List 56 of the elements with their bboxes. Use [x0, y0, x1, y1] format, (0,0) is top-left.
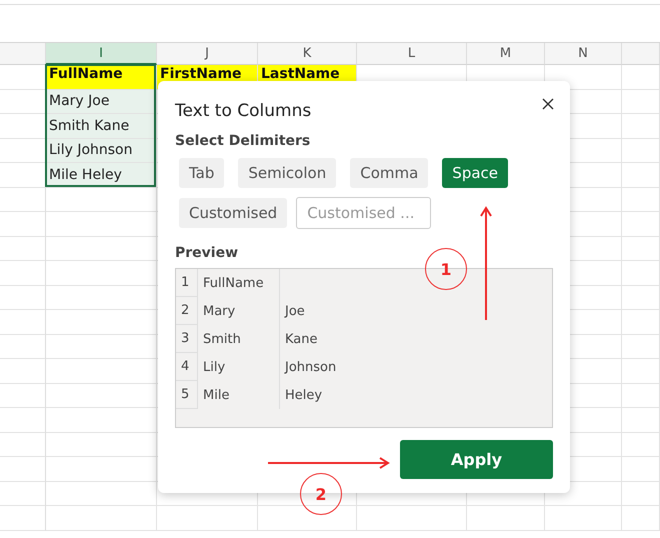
empty-cell	[622, 506, 660, 530]
table-cell: Smith Kane	[46, 114, 157, 138]
empty-cell	[622, 384, 660, 408]
apply-button[interactable]: Apply	[400, 440, 553, 479]
empty-cell	[622, 359, 660, 384]
table-cell: Lily Johnson	[46, 138, 157, 163]
column-header[interactable]: K	[258, 43, 357, 65]
empty-cell	[622, 482, 660, 506]
delimiter-button[interactable]: Space	[442, 158, 508, 188]
empty-cell	[622, 286, 660, 310]
empty-cell	[622, 212, 660, 236]
table-cell-text: Johnson	[283, 358, 338, 376]
table-cell-text: Joe	[283, 302, 306, 320]
table-cell: Smith	[198, 325, 280, 353]
empty-cell	[622, 334, 660, 359]
delimiter-button[interactable]: Semicolon	[238, 158, 336, 188]
column-header[interactable]	[622, 43, 660, 65]
table-cell: FullName	[46, 65, 157, 90]
column-header[interactable]: M	[467, 43, 545, 65]
empty-cell	[622, 261, 660, 286]
delimiter-button[interactable]: Tab	[179, 158, 224, 188]
table-cell: Mile	[198, 381, 280, 409]
column-header[interactable]: L	[357, 43, 467, 65]
empty-cell	[622, 188, 660, 212]
table-cell: Mary	[198, 297, 280, 325]
table-cell: FullName	[198, 269, 280, 297]
delimiter-button[interactable]: Comma	[350, 158, 428, 188]
empty-cell	[622, 432, 660, 457]
table-cell-text: Heley	[284, 386, 324, 404]
table-cell: Mary Joe	[46, 90, 157, 114]
column-header[interactable]: I	[46, 43, 157, 65]
empty-cell	[622, 138, 660, 163]
empty-cell	[622, 236, 660, 261]
column-header[interactable]: J	[157, 43, 258, 65]
row-number: 3	[176, 325, 198, 353]
section-label: Preview	[175, 245, 240, 261]
empty-cell	[622, 408, 660, 432]
row-number: 2	[176, 297, 198, 325]
row-number: 4	[176, 353, 198, 381]
empty-cell	[622, 457, 660, 482]
empty-cell	[622, 90, 660, 114]
callout-number: 1	[425, 248, 467, 290]
section-label: Select Delimiters	[175, 133, 312, 149]
empty-cell	[622, 310, 660, 334]
dialog-title: Text to Columns	[175, 101, 312, 121]
empty-cell	[622, 114, 660, 138]
empty-cell	[622, 163, 660, 188]
column-header[interactable]: N	[545, 43, 622, 65]
table-cell: Lily	[198, 353, 280, 381]
row-number: 5	[176, 381, 198, 409]
table-cell-text: Kane	[284, 330, 318, 348]
row-number: 1	[176, 269, 198, 297]
input-field[interactable]: Customised ...	[296, 197, 432, 229]
empty-cell	[622, 65, 660, 90]
callout-number: 2	[300, 473, 342, 515]
delimiter-button[interactable]: Customised	[179, 198, 288, 228]
